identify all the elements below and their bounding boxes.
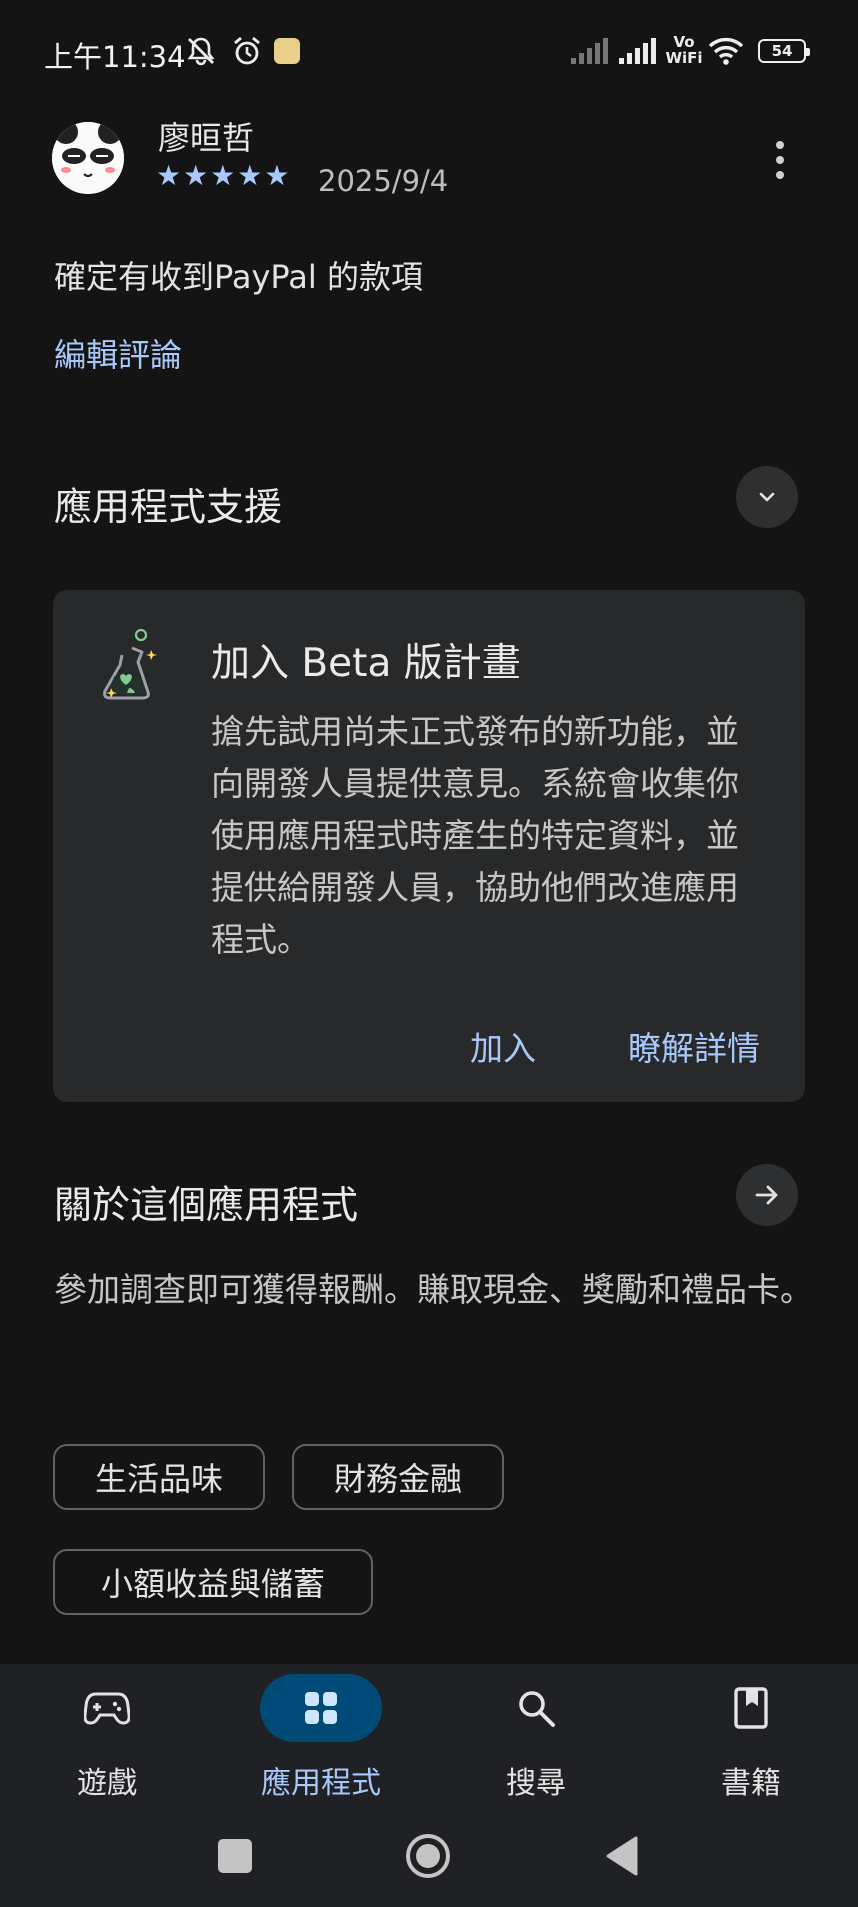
status-time: 上午11:34 <box>44 40 186 74</box>
expand-app-support-button[interactable] <box>736 466 798 528</box>
status-bar: 上午11:34 Vo WiFi 54 <box>0 0 858 100</box>
back-button[interactable] <box>592 1830 652 1882</box>
vowifi-label: Vo WiFi <box>665 33 703 67</box>
home-button[interactable] <box>398 1830 458 1882</box>
more-options-icon[interactable] <box>760 130 800 190</box>
mute-icon <box>184 35 218 67</box>
tag-chip[interactable]: 小額收益與儲蓄 <box>53 1549 373 1615</box>
arrow-right-icon <box>755 1185 778 1205</box>
reviewer-name: 廖晅哲 <box>158 119 255 157</box>
alarm-icon <box>230 35 264 67</box>
apps-grid-icon <box>305 1692 337 1724</box>
beta-title: 加入 Beta 版計畫 <box>211 641 521 686</box>
rating-stars: ★★★★★ <box>156 160 292 192</box>
review-date: 2025/9/4 <box>318 164 449 198</box>
about-app-button[interactable] <box>736 1164 798 1226</box>
signal-icon <box>570 35 610 67</box>
beta-flask-icon <box>96 626 160 706</box>
chevron-down-icon <box>759 492 775 502</box>
app-support-title: 應用程式支援 <box>54 485 283 529</box>
star-rating-label: ★★★★★ <box>156 159 292 192</box>
edit-review-link[interactable]: 編輯評論 <box>54 330 182 376</box>
wifi-icon <box>706 35 746 67</box>
review-text: 確定有收到PayPal 的款項 <box>54 258 423 296</box>
learn-more-button[interactable]: 瞭解詳情 <box>628 1022 760 1070</box>
nav-item-games[interactable]: 遊戲 <box>22 1674 192 1814</box>
gamepad-icon <box>84 1692 130 1725</box>
back-triangle-icon <box>606 1836 638 1876</box>
nav-pill <box>46 1674 168 1742</box>
about-description: 參加調查即可獲得報酬。賺取現金、獎勵和禮品卡。 <box>54 1270 813 1309</box>
join-beta-button[interactable]: 加入 <box>470 1022 536 1070</box>
tag-chip[interactable]: 財務金融 <box>292 1444 504 1510</box>
app-notification-icon <box>272 35 302 67</box>
tag-chip[interactable]: 生活品味 <box>53 1444 265 1510</box>
about-app-title: 關於這個應用程式 <box>54 1183 359 1227</box>
home-circle-icon <box>406 1834 450 1878</box>
nav-item-search[interactable]: 搜尋 <box>451 1674 621 1814</box>
battery-icon: 54 <box>754 35 810 67</box>
battery-level: 54 <box>771 42 793 60</box>
recent-apps-button[interactable] <box>205 1830 265 1882</box>
nav-label-games: 遊戲 <box>77 1766 137 1801</box>
book-icon <box>734 1687 768 1729</box>
beta-description: 搶先試用尚未正式發布的新功能，並向開發人員提供意見。系統會收集你使用應用程式時產… <box>211 712 739 959</box>
nav-label-books: 書籍 <box>721 1766 781 1801</box>
search-icon <box>519 1691 555 1727</box>
nav-pill <box>475 1674 597 1742</box>
signal-icon <box>618 35 658 67</box>
nav-label-search: 搜尋 <box>506 1766 566 1801</box>
square-icon <box>218 1839 252 1873</box>
nav-pill <box>690 1674 812 1742</box>
nav-pill-active <box>260 1674 382 1742</box>
nav-label-apps: 應用程式 <box>261 1766 381 1801</box>
nav-item-apps[interactable]: 應用程式 <box>236 1674 406 1814</box>
nav-item-books[interactable]: 書籍 <box>666 1674 836 1814</box>
avatar <box>52 122 124 194</box>
